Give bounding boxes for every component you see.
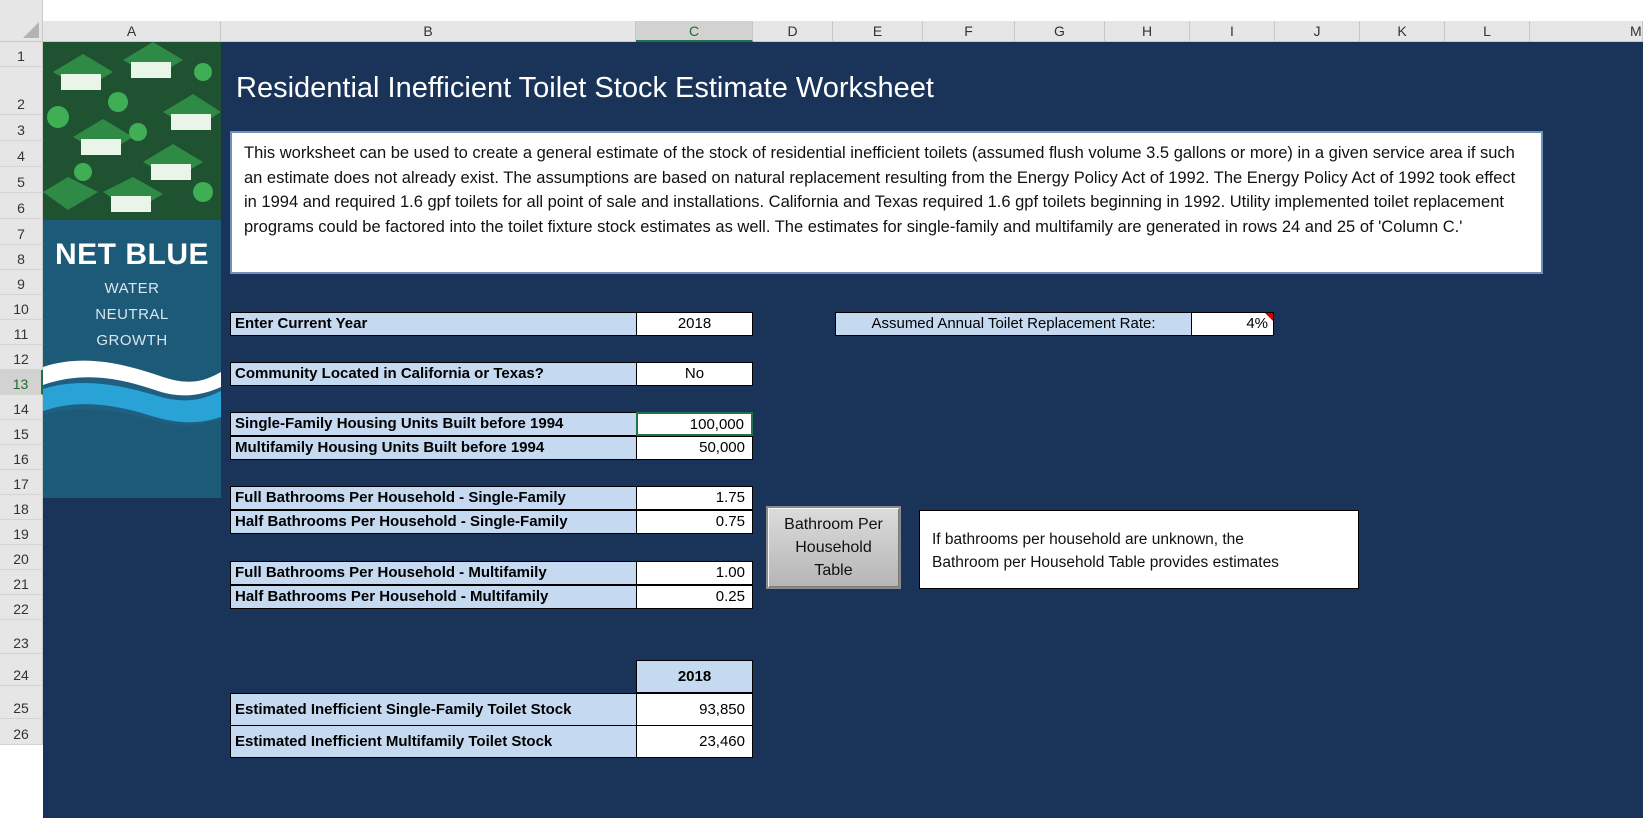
row-header-15[interactable]: 15	[0, 420, 43, 445]
row-header-4[interactable]: 4	[0, 141, 43, 167]
bathroom-table-button[interactable]: Bathroom Per Household Table	[766, 506, 901, 589]
mf-stock-value: 23,460	[636, 725, 753, 758]
row-header-23[interactable]: 23	[0, 620, 43, 654]
row-header-8[interactable]: 8	[0, 245, 43, 270]
column-header-l[interactable]: L	[1445, 21, 1530, 42]
description-box: This worksheet can be used to create a g…	[230, 131, 1543, 274]
ca-tx-input[interactable]: No	[636, 362, 753, 386]
sf-stock-value: 93,850	[636, 693, 753, 726]
toolbar-strip	[43, 0, 1643, 21]
sf-stock-label: Estimated Inefficient Single-Family Toil…	[230, 693, 637, 726]
mf-full-bath-input[interactable]: 1.00	[636, 561, 753, 585]
row-header-22[interactable]: 22	[0, 595, 43, 620]
bathroom-note-line-1: If bathrooms per household are unknown, …	[932, 531, 1244, 548]
worksheet-area: NET BLUE WATER NEUTRAL GROWTH Residentia…	[43, 42, 1643, 818]
results-year-header: 2018	[636, 660, 753, 693]
sf-units-input[interactable]: 100,000	[636, 412, 753, 436]
row-header-6[interactable]: 6	[0, 193, 43, 219]
sf-half-bath-label: Half Bathrooms Per Household - Single-Fa…	[230, 510, 637, 534]
column-header-b[interactable]: B	[221, 21, 636, 42]
row-header-9[interactable]: 9	[0, 270, 43, 295]
bathroom-button-line-3: Table	[814, 562, 853, 579]
row-header-16[interactable]: 16	[0, 445, 43, 470]
row-header-26[interactable]: 26	[0, 719, 43, 745]
row-header-24[interactable]: 24	[0, 654, 43, 686]
mf-half-bath-input[interactable]: 0.25	[636, 585, 753, 609]
brand-line-1: WATER	[104, 280, 160, 297]
column-header-i[interactable]: I	[1190, 21, 1275, 42]
brand-line-2: NEUTRAL	[95, 306, 169, 323]
bathroom-button-line-1: Bathroom Per	[784, 516, 883, 533]
mf-stock-label: Estimated Inefficient Multifamily Toilet…	[230, 725, 637, 758]
worksheet-title: Residential Inefficient Toilet Stock Est…	[236, 72, 934, 104]
bathroom-button-line-2: Household	[795, 539, 872, 556]
column-header-k[interactable]: K	[1360, 21, 1445, 42]
column-header-c[interactable]: C	[636, 21, 753, 42]
column-header-a[interactable]: A	[43, 21, 221, 42]
row-header-12[interactable]: 12	[0, 345, 43, 370]
column-header-d[interactable]: D	[753, 21, 833, 42]
row-header-1[interactable]: 1	[0, 42, 43, 67]
row-header-18[interactable]: 18	[0, 495, 43, 520]
row-header-14[interactable]: 14	[0, 395, 43, 420]
replacement-rate-label: Assumed Annual Toilet Replacement Rate:	[835, 312, 1192, 336]
mf-half-bath-label: Half Bathrooms Per Household - Multifami…	[230, 585, 637, 609]
sf-units-label: Single-Family Housing Units Built before…	[230, 412, 637, 436]
mf-full-bath-label: Full Bathrooms Per Household - Multifami…	[230, 561, 637, 585]
ca-tx-label: Community Located in California or Texas…	[230, 362, 637, 386]
brand-sidebar: NET BLUE WATER NEUTRAL GROWTH	[43, 42, 221, 818]
current-year-label: Enter Current Year	[230, 312, 637, 336]
row-header-2[interactable]: 2	[0, 67, 43, 115]
row-header-21[interactable]: 21	[0, 570, 43, 595]
column-header-g[interactable]: G	[1015, 21, 1105, 42]
row-header-19[interactable]: 19	[0, 520, 43, 545]
row-header-20[interactable]: 20	[0, 545, 43, 570]
column-header-j[interactable]: J	[1275, 21, 1360, 42]
mf-units-label: Multifamily Housing Units Built before 1…	[230, 436, 637, 460]
row-header-13[interactable]: 13	[0, 370, 43, 395]
current-year-input[interactable]: 2018	[636, 312, 753, 336]
water-wave-graphic	[43, 360, 221, 457]
column-header-f[interactable]: F	[923, 21, 1015, 42]
select-all-corner[interactable]	[0, 0, 43, 42]
row-header-25[interactable]: 25	[0, 686, 43, 719]
sf-full-bath-label: Full Bathrooms Per Household - Single-Fa…	[230, 486, 637, 510]
column-header-e[interactable]: E	[833, 21, 923, 42]
row-header-7[interactable]: 7	[0, 219, 43, 245]
column-header-h[interactable]: H	[1105, 21, 1190, 42]
row-header-17[interactable]: 17	[0, 470, 43, 495]
row-header-10[interactable]: 10	[0, 295, 43, 320]
comment-indicator-icon[interactable]	[1265, 313, 1273, 321]
row-header-5[interactable]: 5	[0, 167, 43, 193]
sf-full-bath-input[interactable]: 1.75	[636, 486, 753, 510]
mf-units-input[interactable]: 50,000	[636, 436, 753, 460]
row-header-11[interactable]: 11	[0, 320, 43, 345]
bathroom-note-line-2: Bathroom per Household Table provides es…	[932, 554, 1279, 571]
bathroom-note-box: If bathrooms per household are unknown, …	[919, 510, 1359, 589]
sf-half-bath-input[interactable]: 0.75	[636, 510, 753, 534]
houses-image	[43, 42, 221, 220]
column-header-m[interactable]: M	[1530, 21, 1643, 42]
brand-title: NET BLUE	[55, 238, 209, 271]
row-header-3[interactable]: 3	[0, 115, 43, 141]
replacement-rate-input[interactable]: 4%	[1191, 312, 1274, 336]
